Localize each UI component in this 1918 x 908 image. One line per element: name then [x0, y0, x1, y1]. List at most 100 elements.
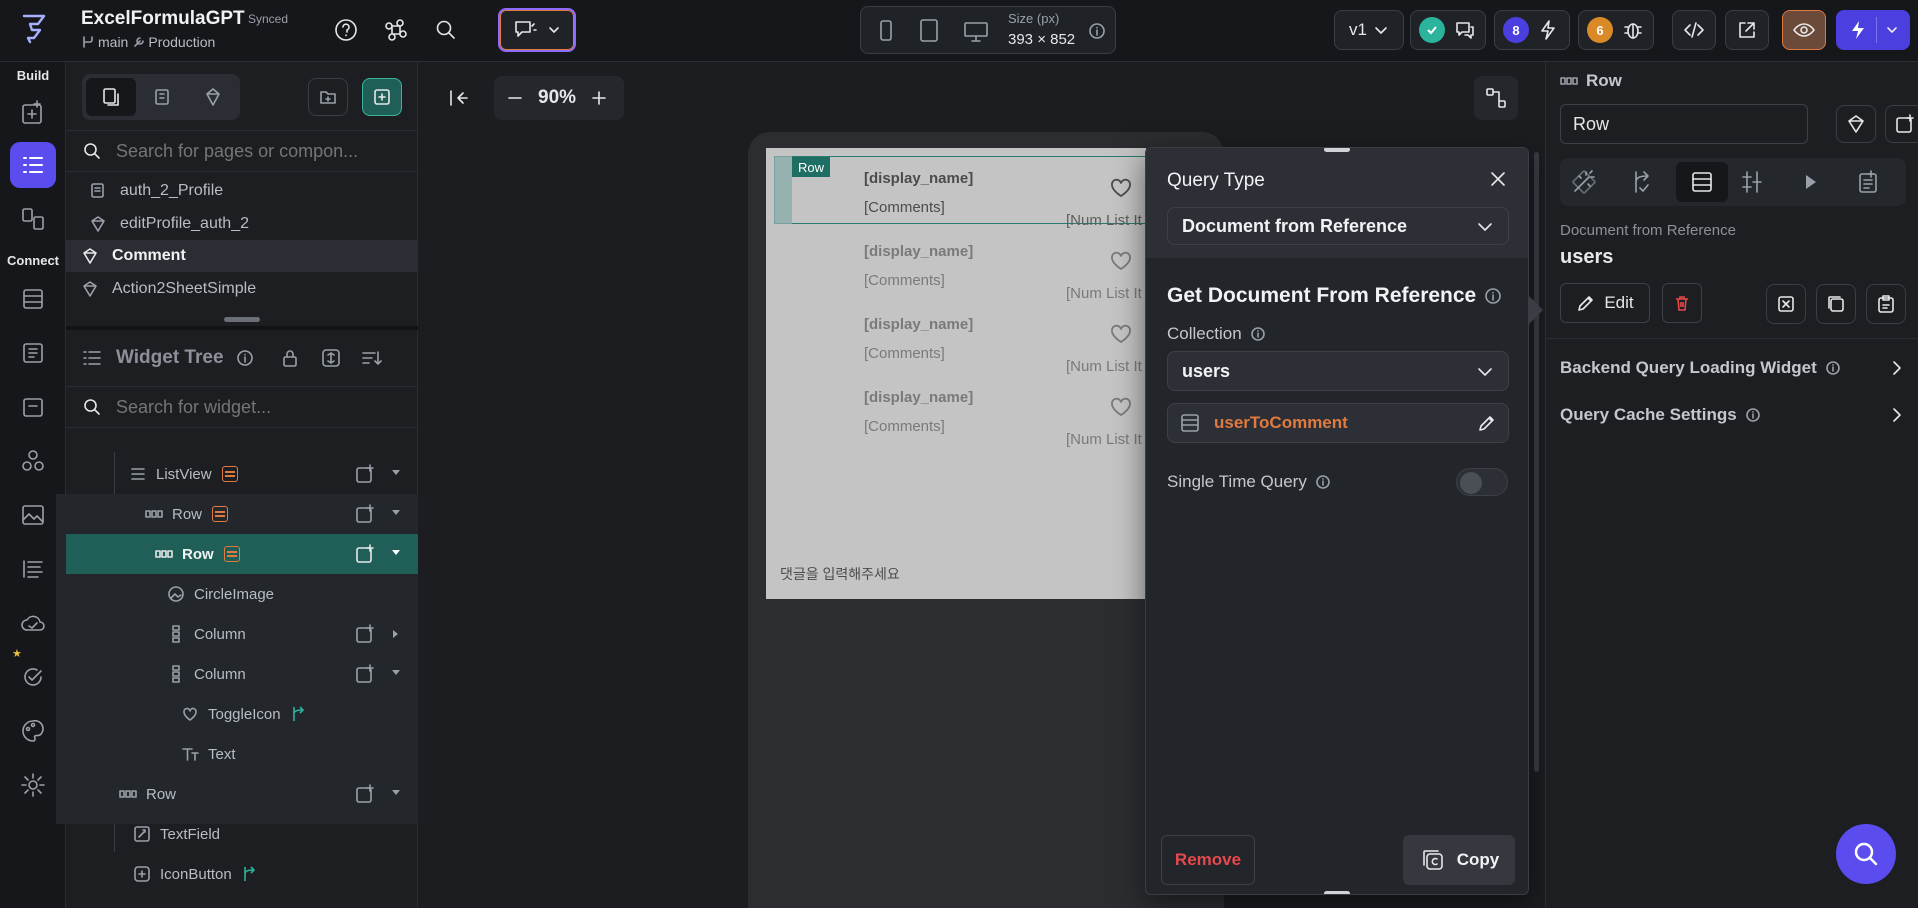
- page-search-row[interactable]: [66, 130, 418, 172]
- close-icon[interactable]: [1487, 168, 1509, 190]
- components-rail-item[interactable]: [10, 438, 56, 484]
- ai-gen-dropdown[interactable]: [498, 8, 576, 52]
- desktop-icon[interactable]: [963, 21, 989, 43]
- page-search-input[interactable]: [116, 140, 396, 162]
- tree-item-row-selected[interactable]: Row: [66, 534, 418, 574]
- edit-pencil-icon[interactable]: [1476, 412, 1498, 434]
- phone-icon[interactable]: [879, 20, 893, 42]
- help-icon[interactable]: [333, 17, 359, 43]
- paste-query-button[interactable]: [1866, 284, 1906, 324]
- comment-input-placeholder[interactable]: 댓글을 입력해주세요: [780, 564, 900, 584]
- tab-pages[interactable]: [86, 78, 136, 116]
- cloud-rail-item[interactable]: [10, 600, 56, 646]
- tab-library[interactable]: [188, 78, 238, 116]
- tree-item-iconbutton[interactable]: IconButton: [66, 854, 418, 894]
- comment-text[interactable]: [Comments]: [864, 199, 945, 216]
- tab-components[interactable]: [138, 78, 188, 116]
- single-time-toggle[interactable]: [1456, 468, 1508, 496]
- display-name-text[interactable]: [display_name]: [864, 316, 973, 333]
- help-search-fab[interactable]: [1836, 824, 1896, 884]
- lock-icon[interactable]: [280, 347, 300, 369]
- reference-field[interactable]: userToComment: [1167, 403, 1509, 443]
- backend-loading-widget-row[interactable]: Backend Query Loading Widget: [1560, 350, 1906, 386]
- query-cache-settings-row[interactable]: Query Cache Settings: [1560, 397, 1906, 433]
- flutterflow-logo-icon[interactable]: [18, 12, 50, 46]
- code-view-button[interactable]: [1672, 10, 1716, 50]
- num-list-text[interactable]: [Num List It: [1066, 285, 1142, 302]
- widget-search-row[interactable]: [66, 386, 418, 428]
- ai-credits-group[interactable]: 8: [1494, 10, 1570, 50]
- drag-handle[interactable]: [1324, 891, 1350, 894]
- remove-button[interactable]: Remove: [1161, 835, 1255, 885]
- tree-item-row[interactable]: Row: [66, 774, 418, 814]
- app-state-rail-item[interactable]: [10, 330, 56, 376]
- clear-query-button[interactable]: [1766, 284, 1806, 324]
- add-page-rail-item[interactable]: [10, 90, 56, 136]
- tests-rail-item[interactable]: [10, 654, 56, 700]
- copy-query-button[interactable]: [1816, 284, 1856, 324]
- tree-item-circleimage[interactable]: CircleImage: [66, 574, 418, 614]
- num-list-text[interactable]: [Num List It: [1066, 212, 1142, 229]
- issues-group[interactable]: 6: [1578, 10, 1654, 50]
- preview-button[interactable]: [1782, 10, 1826, 50]
- command-icon[interactable]: [383, 17, 409, 43]
- tab-notes[interactable]: [1854, 168, 1882, 196]
- heart-icon[interactable]: [1108, 322, 1134, 346]
- page-item[interactable]: Action2SheetSimple: [66, 273, 418, 305]
- caret-right-icon[interactable]: [393, 630, 398, 638]
- storyboard-rail-item[interactable]: [10, 196, 56, 242]
- tab-animations[interactable]: [1796, 168, 1824, 196]
- heart-icon[interactable]: [1108, 249, 1134, 273]
- display-name-text[interactable]: [display_name]: [864, 243, 973, 260]
- widget-palette-button[interactable]: [1474, 76, 1518, 120]
- run-dropdown-button[interactable]: [1836, 10, 1910, 50]
- tree-item-row[interactable]: Row: [66, 494, 418, 534]
- convert-to-component-button[interactable]: [1836, 105, 1876, 143]
- delete-query-button[interactable]: [1662, 283, 1702, 323]
- widget-search-input[interactable]: [116, 396, 396, 418]
- tree-item-column[interactable]: Column: [66, 654, 418, 694]
- heart-icon[interactable]: [1108, 176, 1134, 200]
- page-item[interactable]: editProfile_auth_2: [66, 208, 418, 240]
- tab-layout[interactable]: [1738, 168, 1766, 196]
- drag-handle[interactable]: [1324, 148, 1350, 152]
- tree-item-textfield[interactable]: TextField: [66, 814, 418, 854]
- comment-text[interactable]: [Comments]: [864, 272, 945, 289]
- display-name-text[interactable]: [display_name]: [864, 170, 973, 187]
- add-widget-button[interactable]: [1885, 105, 1918, 143]
- query-type-select[interactable]: Document from Reference: [1167, 207, 1509, 245]
- caret-down-icon[interactable]: [392, 510, 400, 515]
- caret-down-icon[interactable]: [392, 470, 400, 475]
- zoom-in-icon[interactable]: [590, 89, 608, 107]
- logs-rail-item[interactable]: [10, 546, 56, 592]
- filter-list-icon[interactable]: [360, 347, 384, 369]
- tab-actions[interactable]: [1628, 168, 1656, 196]
- custom-code-rail-item[interactable]: [10, 384, 56, 430]
- page-item[interactable]: auth_2_Profile: [66, 175, 418, 207]
- num-list-text[interactable]: [Num List It: [1066, 431, 1142, 448]
- settings-rail-item[interactable]: [10, 762, 56, 808]
- version-dropdown[interactable]: v1: [1334, 10, 1404, 50]
- tree-item-toggleicon[interactable]: ToggleIcon: [66, 694, 418, 734]
- comment-text[interactable]: [Comments]: [864, 345, 945, 362]
- page-item-active[interactable]: Comment: [66, 240, 418, 272]
- data-types-rail-item[interactable]: [10, 276, 56, 322]
- search-icon[interactable]: [433, 17, 459, 43]
- caret-down-icon[interactable]: [392, 790, 400, 795]
- new-folder-button[interactable]: [308, 78, 348, 116]
- collapse-panel-button[interactable]: [441, 76, 475, 120]
- collection-select[interactable]: users: [1167, 351, 1509, 391]
- tab-backend-query[interactable]: [1676, 162, 1728, 202]
- comment-text[interactable]: [Comments]: [864, 418, 945, 435]
- display-name-text[interactable]: [display_name]: [864, 389, 973, 406]
- open-external-button[interactable]: [1725, 10, 1769, 50]
- tablet-icon[interactable]: [919, 19, 939, 43]
- zoom-out-icon[interactable]: [506, 89, 524, 107]
- caret-down-icon[interactable]: [392, 670, 400, 675]
- expand-vertical-icon[interactable]: [320, 347, 342, 369]
- resize-handle[interactable]: [224, 317, 260, 322]
- status-comments-group[interactable]: [1410, 10, 1486, 50]
- tree-item-column[interactable]: Column: [66, 614, 418, 654]
- project-name[interactable]: ExcelFormulaGPT: [81, 8, 245, 30]
- edit-query-button[interactable]: Edit: [1560, 283, 1650, 323]
